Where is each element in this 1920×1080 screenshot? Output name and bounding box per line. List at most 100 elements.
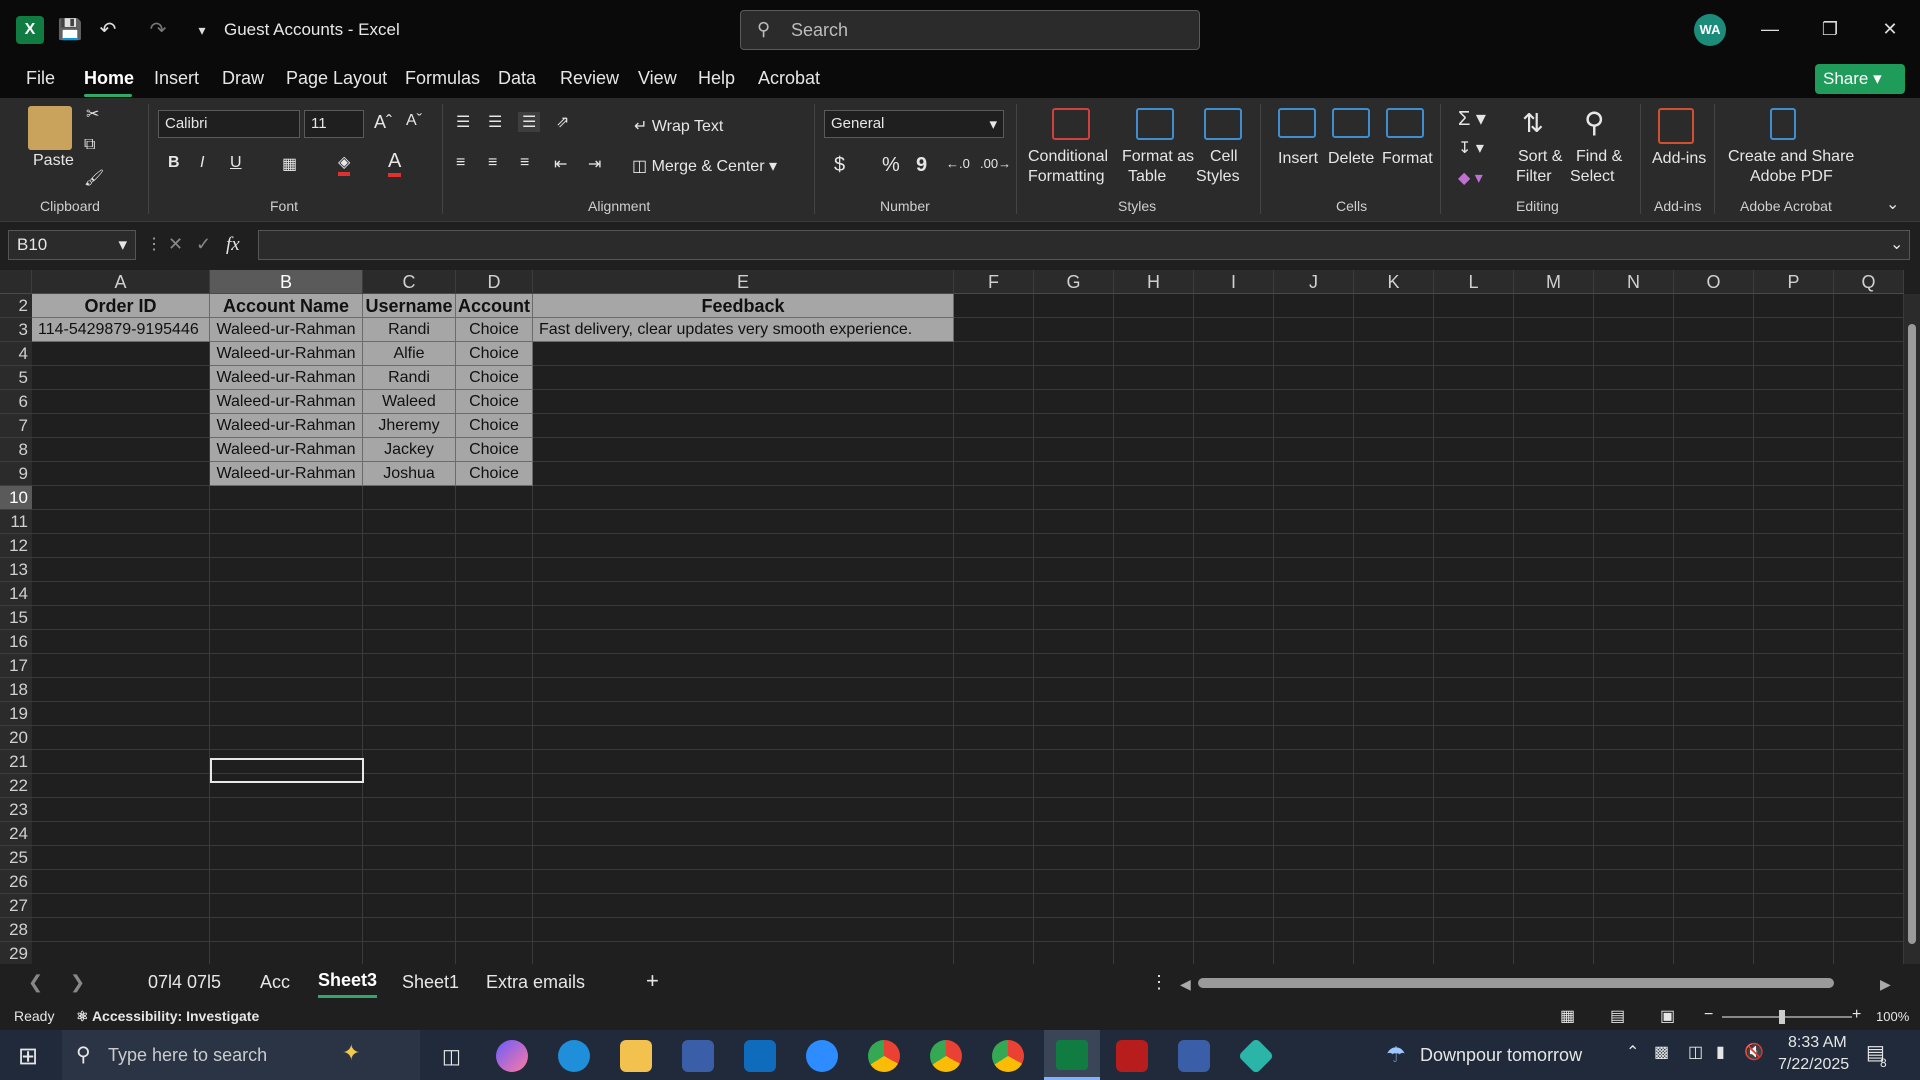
table-cell[interactable] <box>533 438 954 462</box>
copy-icon[interactable]: ⧉ <box>84 136 95 154</box>
select-all-button[interactable] <box>0 270 32 294</box>
format-as-table-label-2[interactable]: Table <box>1128 168 1166 186</box>
column-header-h[interactable]: H <box>1114 270 1194 294</box>
delete-cells-label[interactable]: Delete <box>1328 150 1374 168</box>
taskbar-search[interactable]: ⚲ Type here to search ✦ <box>62 1030 420 1080</box>
table-cell[interactable]: Waleed-ur-Rahman <box>210 366 363 390</box>
table-cell[interactable] <box>32 414 210 438</box>
paste-label[interactable]: Paste <box>33 152 74 170</box>
column-header-d[interactable]: D <box>456 270 533 294</box>
row-header-22[interactable]: 22 <box>0 774 32 798</box>
worksheet-grid[interactable]: ABCDEFGHIJKLMNOPQ 2 3 4 5 6 7 8 9 10 11 12 13 14 15 16… <box>0 270 1920 964</box>
calculator-icon[interactable] <box>1178 1040 1210 1072</box>
cell-styles-label-2[interactable]: Styles <box>1196 168 1240 186</box>
menu-acrobat[interactable]: Acrobat <box>758 68 820 89</box>
decrease-font-icon[interactable]: Aˇ <box>406 112 422 130</box>
tab-extra-emails[interactable]: Extra emails <box>486 972 585 993</box>
column-header-j[interactable]: J <box>1274 270 1354 294</box>
column-header-p[interactable]: P <box>1754 270 1834 294</box>
clock-date[interactable]: 7/22/2025 <box>1778 1056 1849 1074</box>
name-box[interactable]: B10 ▾ <box>8 230 136 260</box>
menu-file[interactable]: File <box>26 68 55 89</box>
start-icon[interactable]: ⊞ <box>18 1042 38 1071</box>
row-header-14[interactable]: 14 <box>0 582 32 606</box>
cancel-entry-icon[interactable]: ✕ <box>168 234 183 255</box>
borders-icon[interactable]: ▦ <box>282 154 297 174</box>
row-header-26[interactable]: 26 <box>0 870 32 894</box>
create-pdf-label-2[interactable]: Adobe PDF <box>1750 168 1833 186</box>
fill-icon[interactable]: ↧ ▾ <box>1458 138 1484 158</box>
table-cell[interactable]: Fast delivery, clear updates very smooth… <box>533 318 954 342</box>
table-cell[interactable] <box>533 390 954 414</box>
restore-icon[interactable]: ❐ <box>1810 14 1850 44</box>
insert-cells-label[interactable]: Insert <box>1278 150 1318 168</box>
undo-icon[interactable]: ↶ <box>94 16 122 44</box>
align-left-icon[interactable]: ≡ <box>456 154 465 172</box>
scroll-right-icon[interactable]: ▶ <box>1880 976 1891 993</box>
table-cell[interactable] <box>32 366 210 390</box>
add-ins-label[interactable]: Add-ins <box>1652 150 1706 168</box>
horizontal-scroll-thumb[interactable] <box>1198 978 1834 988</box>
table-cell[interactable]: Choice <box>456 318 533 342</box>
table-cell[interactable]: Waleed-ur-Rahman <box>210 342 363 366</box>
tab-sheet1[interactable]: Sheet1 <box>402 972 459 993</box>
table-cell[interactable] <box>32 462 210 486</box>
menu-view[interactable]: View <box>638 68 677 89</box>
column-header-f[interactable]: F <box>954 270 1034 294</box>
next-sheet-icon[interactable]: ❯ <box>70 972 85 993</box>
microsoft-store-icon[interactable] <box>682 1040 714 1072</box>
row-header-27[interactable]: 27 <box>0 894 32 918</box>
percent-button[interactable]: % <box>882 154 900 177</box>
column-header-b[interactable]: B <box>210 270 363 294</box>
zoom-level[interactable]: 100% <box>1876 1009 1909 1024</box>
row-header-15[interactable]: 15 <box>0 606 32 630</box>
row-header-21[interactable]: 21 <box>0 750 32 774</box>
row-header-12[interactable]: 12 <box>0 534 32 558</box>
chrome-profile-icon[interactable] <box>930 1040 962 1072</box>
number-format-dropdown[interactable]: General ▾ <box>824 110 1004 138</box>
row-header-3[interactable]: 3 <box>0 318 32 342</box>
meet-now-icon[interactable]: ▩ <box>1654 1042 1669 1062</box>
menu-review[interactable]: Review <box>560 68 619 89</box>
row-header-13[interactable]: 13 <box>0 558 32 582</box>
row-header-10[interactable]: 10 <box>0 486 32 510</box>
table-cell[interactable]: 114-5429879-9195446 <box>32 318 210 342</box>
menu-home[interactable]: Home <box>84 68 134 89</box>
column-header-q[interactable]: Q <box>1834 270 1904 294</box>
wrap-text-button[interactable]: ↵ Wrap Text <box>634 116 723 136</box>
table-cell[interactable]: Waleed-ur-Rahman <box>210 318 363 342</box>
tab-sheet3[interactable]: Sheet3 <box>318 970 378 998</box>
table-cell[interactable] <box>533 462 954 486</box>
close-icon[interactable]: ✕ <box>1870 14 1910 44</box>
row-header-20[interactable]: 20 <box>0 726 32 750</box>
ribbon-collapse-icon[interactable]: ⌄ <box>1886 194 1899 214</box>
menu-formulas[interactable]: Formulas <box>405 68 480 89</box>
currency-button[interactable]: $ <box>834 154 845 177</box>
paste-icon[interactable] <box>28 106 72 150</box>
fill-color-icon[interactable]: ◈ <box>338 152 351 176</box>
row-header-9[interactable]: 9 <box>0 462 32 486</box>
table-cell[interactable]: Choice <box>456 342 533 366</box>
table-cell[interactable]: Choice <box>456 390 533 414</box>
row-header-8[interactable]: 8 <box>0 438 32 462</box>
vertical-scrollbar[interactable] <box>1904 294 1920 964</box>
cell-styles-icon[interactable] <box>1204 108 1242 140</box>
header-cell-e[interactable]: Feedback <box>533 294 954 318</box>
format-cells-label[interactable]: Format <box>1382 150 1433 168</box>
conditional-formatting-label-1[interactable]: Conditional <box>1028 148 1108 166</box>
column-header-e[interactable]: E <box>533 270 954 294</box>
table-cell[interactable]: Waleed <box>363 390 456 414</box>
header-cell-b[interactable]: Account Name <box>210 294 363 318</box>
column-header-k[interactable]: K <box>1354 270 1434 294</box>
row-header-28[interactable]: 28 <box>0 918 32 942</box>
adobe-pdf-icon[interactable] <box>1770 108 1796 140</box>
align-middle-icon[interactable]: ☰ <box>488 112 502 132</box>
table-cell[interactable]: Waleed-ur-Rahman <box>210 462 363 486</box>
avatar[interactable]: WA <box>1694 14 1726 46</box>
column-header-m[interactable]: M <box>1514 270 1594 294</box>
row-header-6[interactable]: 6 <box>0 390 32 414</box>
row-header-2[interactable]: 2 <box>0 294 32 318</box>
tab-acc[interactable]: Acc <box>260 972 290 993</box>
sort-filter-icon[interactable]: ⇅ <box>1522 108 1544 139</box>
tab-07l4-07l5[interactable]: 07l4 07l5 <box>148 972 221 993</box>
